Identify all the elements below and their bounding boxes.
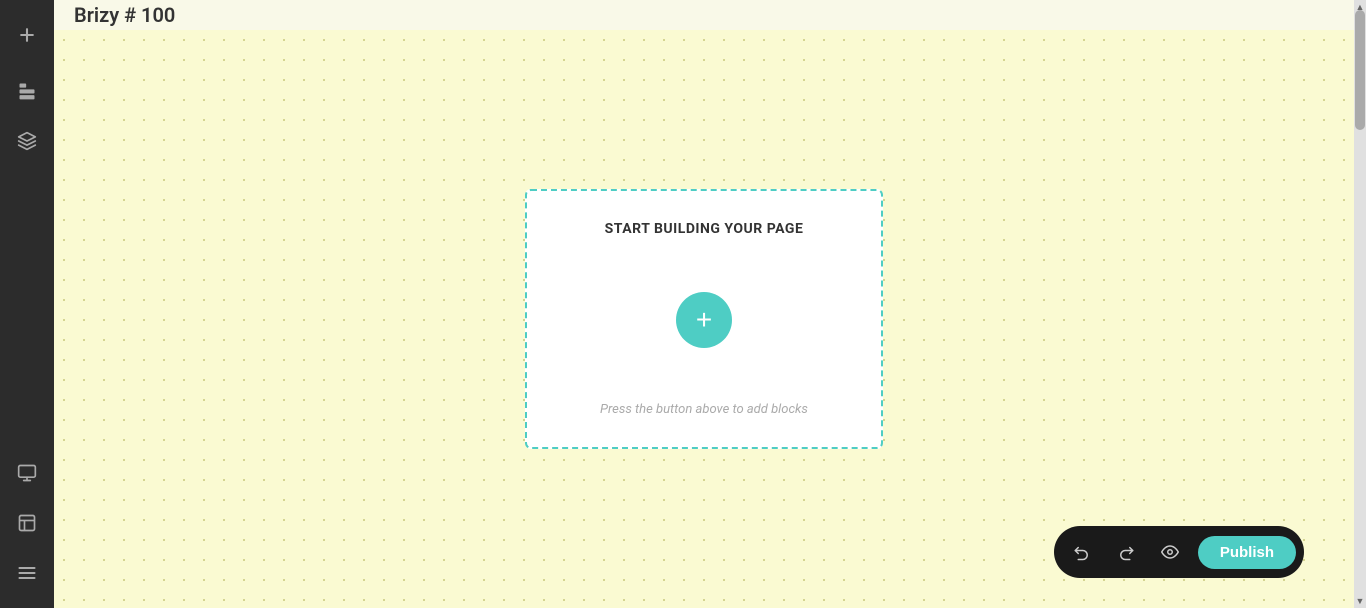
eye-icon <box>1161 543 1179 561</box>
main-content: Brizy # 100 START BUILDING YOUR PAGE + P… <box>54 0 1354 608</box>
scrollbar-thumb[interactable] <box>1355 10 1365 130</box>
sidebar-item-template[interactable] <box>0 498 54 548</box>
sidebar-item-add[interactable] <box>0 10 54 60</box>
bottom-toolbar: Publish <box>1054 526 1304 578</box>
sidebar-item-menu[interactable] <box>0 548 54 598</box>
sidebar-item-blocks[interactable] <box>0 66 54 116</box>
start-card-hint: Press the button above to add blocks <box>600 402 808 417</box>
redo-button[interactable] <box>1106 532 1146 572</box>
sidebar-bottom <box>0 448 54 598</box>
blocks-icon <box>17 81 37 101</box>
publish-button[interactable]: Publish <box>1198 536 1296 569</box>
monitor-icon <box>17 463 37 483</box>
redo-icon <box>1117 543 1135 561</box>
start-card-title: START BUILDING YOUR PAGE <box>605 221 804 237</box>
page-title: Brizy # 100 <box>74 3 175 27</box>
undo-icon <box>1073 543 1091 561</box>
layers-icon <box>17 131 37 151</box>
sidebar <box>0 0 54 608</box>
start-building-card: START BUILDING YOUR PAGE + Press the but… <box>525 189 883 449</box>
sidebar-item-monitor[interactable] <box>0 448 54 498</box>
scrollbar-area: ▲ ▼ <box>1354 0 1366 608</box>
page-title-bar: Brizy # 100 <box>54 0 1354 30</box>
undo-button[interactable] <box>1062 532 1102 572</box>
add-block-plus-icon: + <box>696 306 712 334</box>
menu-icon <box>17 563 37 583</box>
canvas-area: START BUILDING YOUR PAGE + Press the but… <box>54 30 1354 608</box>
preview-button[interactable] <box>1150 532 1190 572</box>
template-icon <box>17 513 37 533</box>
add-block-button[interactable]: + <box>676 292 732 348</box>
sidebar-item-layers[interactable] <box>0 116 54 166</box>
plus-icon <box>17 25 37 45</box>
scroll-down-arrow[interactable]: ▼ <box>1354 594 1366 608</box>
